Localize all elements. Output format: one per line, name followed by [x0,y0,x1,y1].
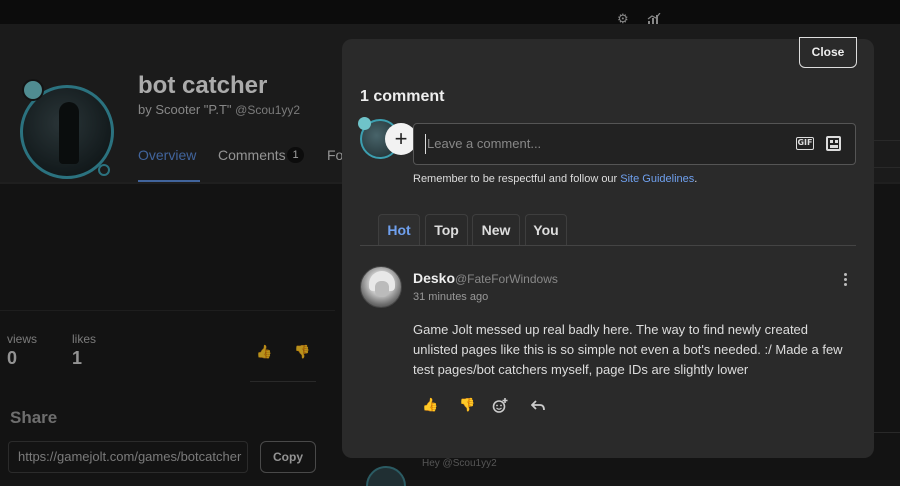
sort-tab-hot[interactable]: Hot [378,214,420,245]
comment-body: Game Jolt messed up real badly here. The… [413,322,843,377]
avatar-face [375,281,389,297]
guidelines-text: Remember to be respectful and follow our [413,173,621,185]
reply-icon[interactable] [531,400,545,411]
sort-tab-top[interactable]: Top [425,214,468,245]
commenter-name[interactable]: Desko [413,270,455,286]
comments-modal: Close 1 comment + Leave a comment... GIF… [342,37,874,458]
comment-input[interactable]: Leave a comment... [413,123,856,165]
sticker-icon[interactable] [826,136,841,151]
commenter-handle[interactable]: @FateForWindows [455,272,558,286]
comment-count-heading: 1 comment [360,88,445,105]
sort-tab-new[interactable]: New [472,214,520,245]
user-badge-icon [358,117,371,130]
text-caret [425,134,426,154]
commenter-avatar[interactable] [360,266,402,308]
guidelines-period: . [694,173,698,185]
guidelines-note: Remember to be respectful and follow our… [413,173,697,185]
comment-timestamp[interactable]: 31 minutes ago [413,291,488,303]
comment-dislike-icon[interactable]: 👎 [459,397,475,413]
add-reaction-icon[interactable] [492,398,508,413]
gif-icon[interactable]: GIF [796,137,814,150]
more-options-icon[interactable] [844,273,848,287]
sort-tab-you[interactable]: You [525,214,567,245]
sort-tabs: Hot Top New You [360,214,856,246]
site-guidelines-link[interactable]: Site Guidelines [620,173,694,185]
comment-like-icon[interactable]: 👍 [422,397,438,413]
comment-placeholder: Leave a comment... [427,136,542,151]
close-button[interactable]: Close [799,37,857,68]
